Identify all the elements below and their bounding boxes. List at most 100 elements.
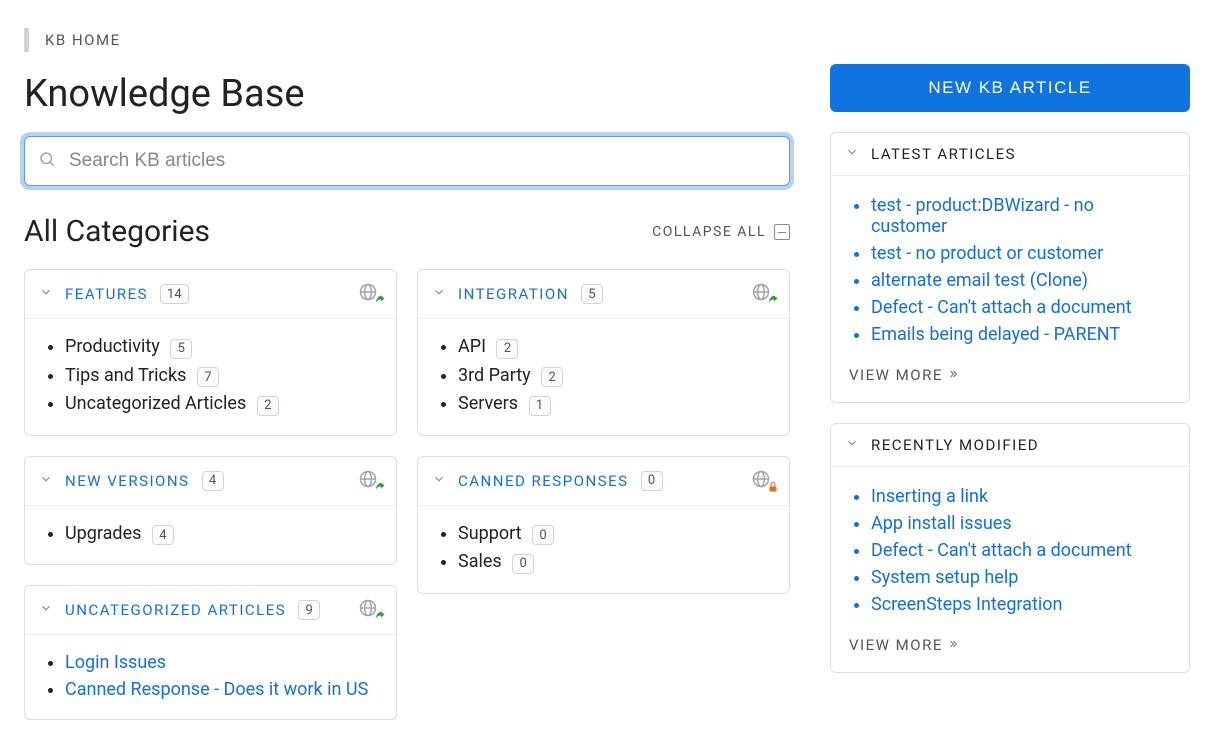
list-item[interactable]: test - product:DBWizard - no customer	[871, 192, 1171, 240]
list-item-label: Upgrades	[65, 523, 141, 544]
list-item[interactable]: test - no product or customer	[871, 240, 1171, 267]
count-badge: 0	[512, 554, 534, 574]
visibility-icon[interactable]	[358, 282, 382, 306]
view-more-latest[interactable]: VIEW MORE	[849, 366, 959, 384]
share-icon	[374, 608, 386, 626]
count-badge: 5	[581, 284, 603, 304]
category-card: NEW VERSIONS4Upgrades 4	[24, 456, 397, 566]
count-badge: 0	[641, 471, 663, 491]
visibility-icon[interactable]	[358, 469, 382, 493]
category-title[interactable]: UNCATEGORIZED ARTICLES	[65, 601, 286, 619]
view-more-recent[interactable]: VIEW MORE	[849, 636, 959, 654]
collapse-icon	[774, 224, 790, 240]
article-link[interactable]: Login Issues	[65, 652, 166, 673]
list-item[interactable]: Defect - Can't attach a document	[871, 537, 1171, 564]
list-item[interactable]: Uncategorized Articles 2	[65, 390, 378, 419]
chevron-down-icon[interactable]	[39, 601, 53, 619]
article-link[interactable]: Defect - Can't attach a document	[871, 297, 1132, 318]
share-icon	[374, 479, 386, 497]
list-item-label: Tips and Tricks	[65, 365, 186, 386]
chevron-down-icon[interactable]	[845, 145, 859, 163]
collapse-all-button[interactable]: COLLAPSE ALL	[652, 224, 790, 240]
list-item[interactable]: Inserting a link	[871, 483, 1171, 510]
count-badge: 5	[170, 339, 192, 359]
count-badge: 0	[532, 525, 554, 545]
count-badge: 14	[160, 284, 189, 304]
article-link[interactable]: System setup help	[871, 567, 1018, 588]
count-badge: 2	[257, 396, 279, 416]
new-kb-article-button[interactable]: NEW KB ARTICLE	[830, 64, 1190, 112]
count-badge: 9	[298, 600, 320, 620]
article-link[interactable]: Defect - Can't attach a document	[871, 540, 1132, 561]
list-item[interactable]: Upgrades 4	[65, 520, 378, 549]
count-badge: 4	[202, 471, 224, 491]
share-icon	[374, 292, 386, 310]
list-item[interactable]: Emails being delayed - PARENT	[871, 321, 1171, 348]
list-item[interactable]: Servers 1	[458, 390, 771, 419]
breadcrumb[interactable]: KB HOME	[45, 31, 121, 49]
list-item[interactable]: Tips and Tricks 7	[65, 362, 378, 391]
list-item-label: 3rd Party	[458, 365, 531, 386]
list-item[interactable]: 3rd Party 2	[458, 362, 771, 391]
list-item-label: Support	[458, 523, 522, 544]
list-item-label: Uncategorized Articles	[65, 393, 246, 414]
count-badge: 2	[541, 367, 563, 387]
article-link[interactable]: Inserting a link	[871, 486, 988, 507]
category-title[interactable]: NEW VERSIONS	[65, 472, 190, 490]
list-item-label: API	[458, 336, 486, 357]
all-categories-heading: All Categories	[24, 214, 210, 249]
article-link[interactable]: test - no product or customer	[871, 243, 1103, 264]
list-item-label: Servers	[458, 393, 518, 414]
lock-icon	[767, 479, 779, 497]
category-card: FEATURES14Productivity 5Tips and Tricks …	[24, 269, 397, 436]
count-badge: 1	[529, 396, 551, 416]
chevron-down-icon[interactable]	[845, 436, 859, 454]
chevrons-right-icon	[947, 366, 959, 384]
category-card: INTEGRATION5API 23rd Party 2Servers 1	[417, 269, 790, 436]
category-card: UNCATEGORIZED ARTICLES 9 Login Issues Canne…	[24, 585, 397, 720]
list-item[interactable]: System setup help	[871, 564, 1171, 591]
list-item[interactable]: alternate email test (Clone)	[871, 267, 1171, 294]
article-link[interactable]: App install issues	[871, 513, 1012, 534]
list-item[interactable]: ScreenSteps Integration	[871, 591, 1171, 618]
article-link[interactable]: alternate email test (Clone)	[871, 270, 1088, 291]
chevron-down-icon[interactable]	[39, 472, 53, 490]
list-item[interactable]: Support 0	[458, 520, 771, 549]
list-item[interactable]: Productivity 5	[65, 333, 378, 362]
count-badge: 7	[197, 367, 219, 387]
visibility-icon[interactable]	[751, 469, 775, 493]
chevron-down-icon[interactable]	[432, 285, 446, 303]
count-badge: 2	[496, 339, 518, 359]
share-icon	[767, 292, 779, 310]
visibility-icon[interactable]	[358, 598, 382, 622]
category-title[interactable]: INTEGRATION	[458, 285, 569, 303]
chevron-down-icon[interactable]	[39, 285, 53, 303]
article-link[interactable]: Emails being delayed - PARENT	[871, 324, 1120, 345]
visibility-icon[interactable]	[751, 282, 775, 306]
latest-articles-title: LATEST ARTICLES	[871, 145, 1016, 163]
list-item-label: Sales	[458, 551, 502, 572]
chevron-down-icon[interactable]	[432, 472, 446, 490]
list-item[interactable]: App install issues	[871, 510, 1171, 537]
article-link[interactable]: Canned Response - Does it work in US	[65, 679, 368, 700]
search-input[interactable]	[24, 136, 790, 186]
list-item[interactable]: API 2	[458, 333, 771, 362]
recently-modified-card: RECENTLY MODIFIED Inserting a linkApp in…	[830, 423, 1190, 673]
page-title: Knowledge Base	[24, 72, 790, 116]
chevrons-right-icon	[947, 636, 959, 654]
search-icon	[38, 150, 56, 172]
breadcrumb-bar	[24, 28, 29, 52]
list-item[interactable]: Defect - Can't attach a document	[871, 294, 1171, 321]
category-title[interactable]: CANNED RESPONSES	[458, 472, 629, 490]
category-title[interactable]: FEATURES	[65, 285, 148, 303]
list-item-label: Productivity	[65, 336, 160, 357]
article-link[interactable]: ScreenSteps Integration	[871, 594, 1062, 615]
latest-articles-card: LATEST ARTICLES test - product:DBWizard …	[830, 132, 1190, 403]
article-link[interactable]: test - product:DBWizard - no customer	[871, 195, 1094, 237]
collapse-all-label: COLLAPSE ALL	[652, 224, 766, 240]
list-item[interactable]: Canned Response - Does it work in US	[65, 676, 378, 703]
count-badge: 4	[152, 525, 174, 545]
category-card: CANNED RESPONSES0Support 0Sales 0	[417, 456, 790, 594]
list-item[interactable]: Login Issues	[65, 649, 378, 676]
list-item[interactable]: Sales 0	[458, 548, 771, 577]
